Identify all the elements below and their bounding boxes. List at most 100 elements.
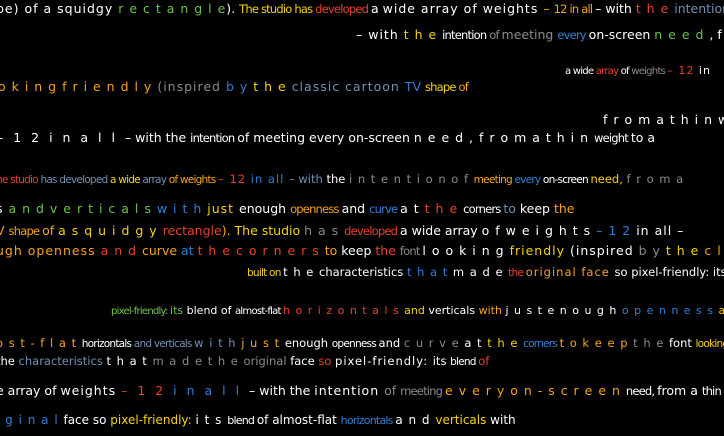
text-segment: meeting [400, 384, 446, 398]
text-segment: pixel-friendly: [631, 265, 713, 279]
text-segment: o k i n g f r i e n d l y [0, 79, 158, 94]
text-segment: t h e [403, 27, 443, 42]
text-segment: 12 in all [553, 2, 596, 16]
text-segment: t h a t [106, 354, 153, 368]
text-segment: o f w e i g h t s [481, 223, 597, 238]
text-segment: has developed [40, 174, 110, 186]
text-segment: face [290, 354, 319, 368]
text-segment: i n [173, 383, 205, 398]
text-segment: every [557, 28, 589, 42]
text-segment: enough [284, 336, 332, 350]
text-line: a wide array of weights – 12 in [565, 65, 711, 77]
text-segment: a n d [395, 413, 436, 427]
text-segment: i n t e n t i o n o f [348, 172, 474, 186]
text-segment: original [525, 265, 582, 279]
text-segment: of [620, 66, 632, 77]
text-segment: shape [424, 80, 459, 94]
text-segment: font [399, 244, 423, 258]
text-segment: almost-flat [235, 306, 284, 317]
text-segment: of [489, 28, 502, 42]
text-segment: curve [142, 243, 182, 258]
text-segment: h a s [304, 223, 345, 238]
text-segment: to [503, 201, 520, 216]
text-segment: horizontals [81, 338, 134, 350]
text-segment: and [341, 201, 370, 216]
text-segment: blend [227, 414, 257, 427]
text-segment: – with [356, 27, 404, 42]
text-segment: w i t h [156, 201, 208, 216]
text-segment: The studio has [239, 2, 316, 16]
text-segment: o p e n n e s s [621, 304, 719, 317]
text-segment: n e e d [654, 27, 710, 42]
text-segment: e n o u g h [547, 304, 622, 317]
text-segment: of [458, 80, 469, 94]
text-line: f r o m a t h i n w e i g h [603, 112, 724, 127]
text-segment: all [654, 223, 678, 238]
text-segment: t h e [207, 354, 244, 368]
text-segment: meeting [501, 27, 558, 42]
text-segment: weights [631, 66, 668, 77]
text-segment: original [243, 354, 291, 368]
text-segment: t h e [665, 243, 705, 258]
text-segment: classic [291, 79, 346, 94]
text-line: o k i n g f r i e n d l y (inspired b y … [0, 79, 469, 94]
text-segment: font [669, 336, 696, 350]
text-segment: and verticals [133, 338, 195, 350]
text-segment: cartoon [345, 79, 405, 94]
text-segment: t h e [283, 265, 319, 279]
text-segment: t h e [635, 1, 675, 16]
text-segment: curve [369, 202, 401, 216]
text-line: i g i n a l face so pixel-friendly: i t … [0, 414, 516, 426]
text-segment: b y [225, 79, 254, 94]
text-segment: need, [590, 172, 627, 186]
text-segment: weight [594, 131, 631, 145]
text-segment: a wide [110, 174, 143, 186]
text-segment: of [478, 354, 490, 368]
text-segment: i t s [195, 413, 228, 427]
text-segment: – 1 2 [0, 130, 50, 145]
text-segment: a l l [204, 383, 250, 398]
text-segment: a l l [80, 130, 125, 145]
text-segment: c l a s s i c [704, 243, 724, 258]
text-segment: pe) of [0, 1, 44, 16]
text-segment: with [478, 304, 506, 317]
text-segment: t h e [633, 336, 669, 350]
text-segment: t h e [424, 201, 464, 216]
text-segment: at [181, 243, 198, 258]
text-line: – 1 2 i n a l l – with the intention of … [0, 130, 655, 145]
text-segment: j u s t [241, 336, 285, 350]
text-segment: array [595, 66, 621, 77]
text-segment: almost-flat [272, 413, 341, 427]
text-segment: a wide [565, 66, 596, 77]
text-segment: t h e [253, 79, 292, 94]
text-segment: of [44, 383, 61, 398]
text-segment: (inspired [569, 243, 639, 258]
text-segment: on-screen [588, 27, 655, 42]
text-segment: e [0, 383, 8, 398]
text-segment: pixel-friendly: [110, 413, 196, 427]
text-segment: openness [290, 202, 342, 216]
text-segment: ). [221, 223, 235, 238]
text-segment: thin [701, 384, 724, 398]
text-segment: h o r i z o n t a l s [283, 304, 405, 317]
text-segment: (inspired [157, 79, 226, 94]
text-segment: a n d [718, 304, 724, 317]
text-line: o s t - f l a t horizontals and vertical… [0, 336, 724, 350]
text-segment: a t [400, 201, 425, 216]
text-segment: its [712, 265, 724, 279]
text-segment: f r o m a t h i n w e i g h [603, 112, 724, 127]
text-segment: wide array of weights [382, 1, 544, 16]
text-line: he studio has developed a wide array of … [0, 172, 684, 186]
text-segment: so [92, 413, 111, 427]
text-segment: m a d e [152, 354, 208, 368]
text-segment: t h e [487, 336, 524, 350]
text-segment: j u s t [505, 304, 548, 317]
text-segment: of weights [168, 174, 219, 186]
text-segment: f r o m a t h i n [478, 130, 594, 145]
text-segment: shape [8, 224, 43, 238]
text-segment: – 1 2 [121, 383, 174, 398]
text-segment: f r o m a t h [717, 27, 724, 42]
text-segment: – [677, 223, 684, 238]
text-segment: the [289, 383, 315, 398]
text-segment: i g i n a l [0, 413, 64, 427]
